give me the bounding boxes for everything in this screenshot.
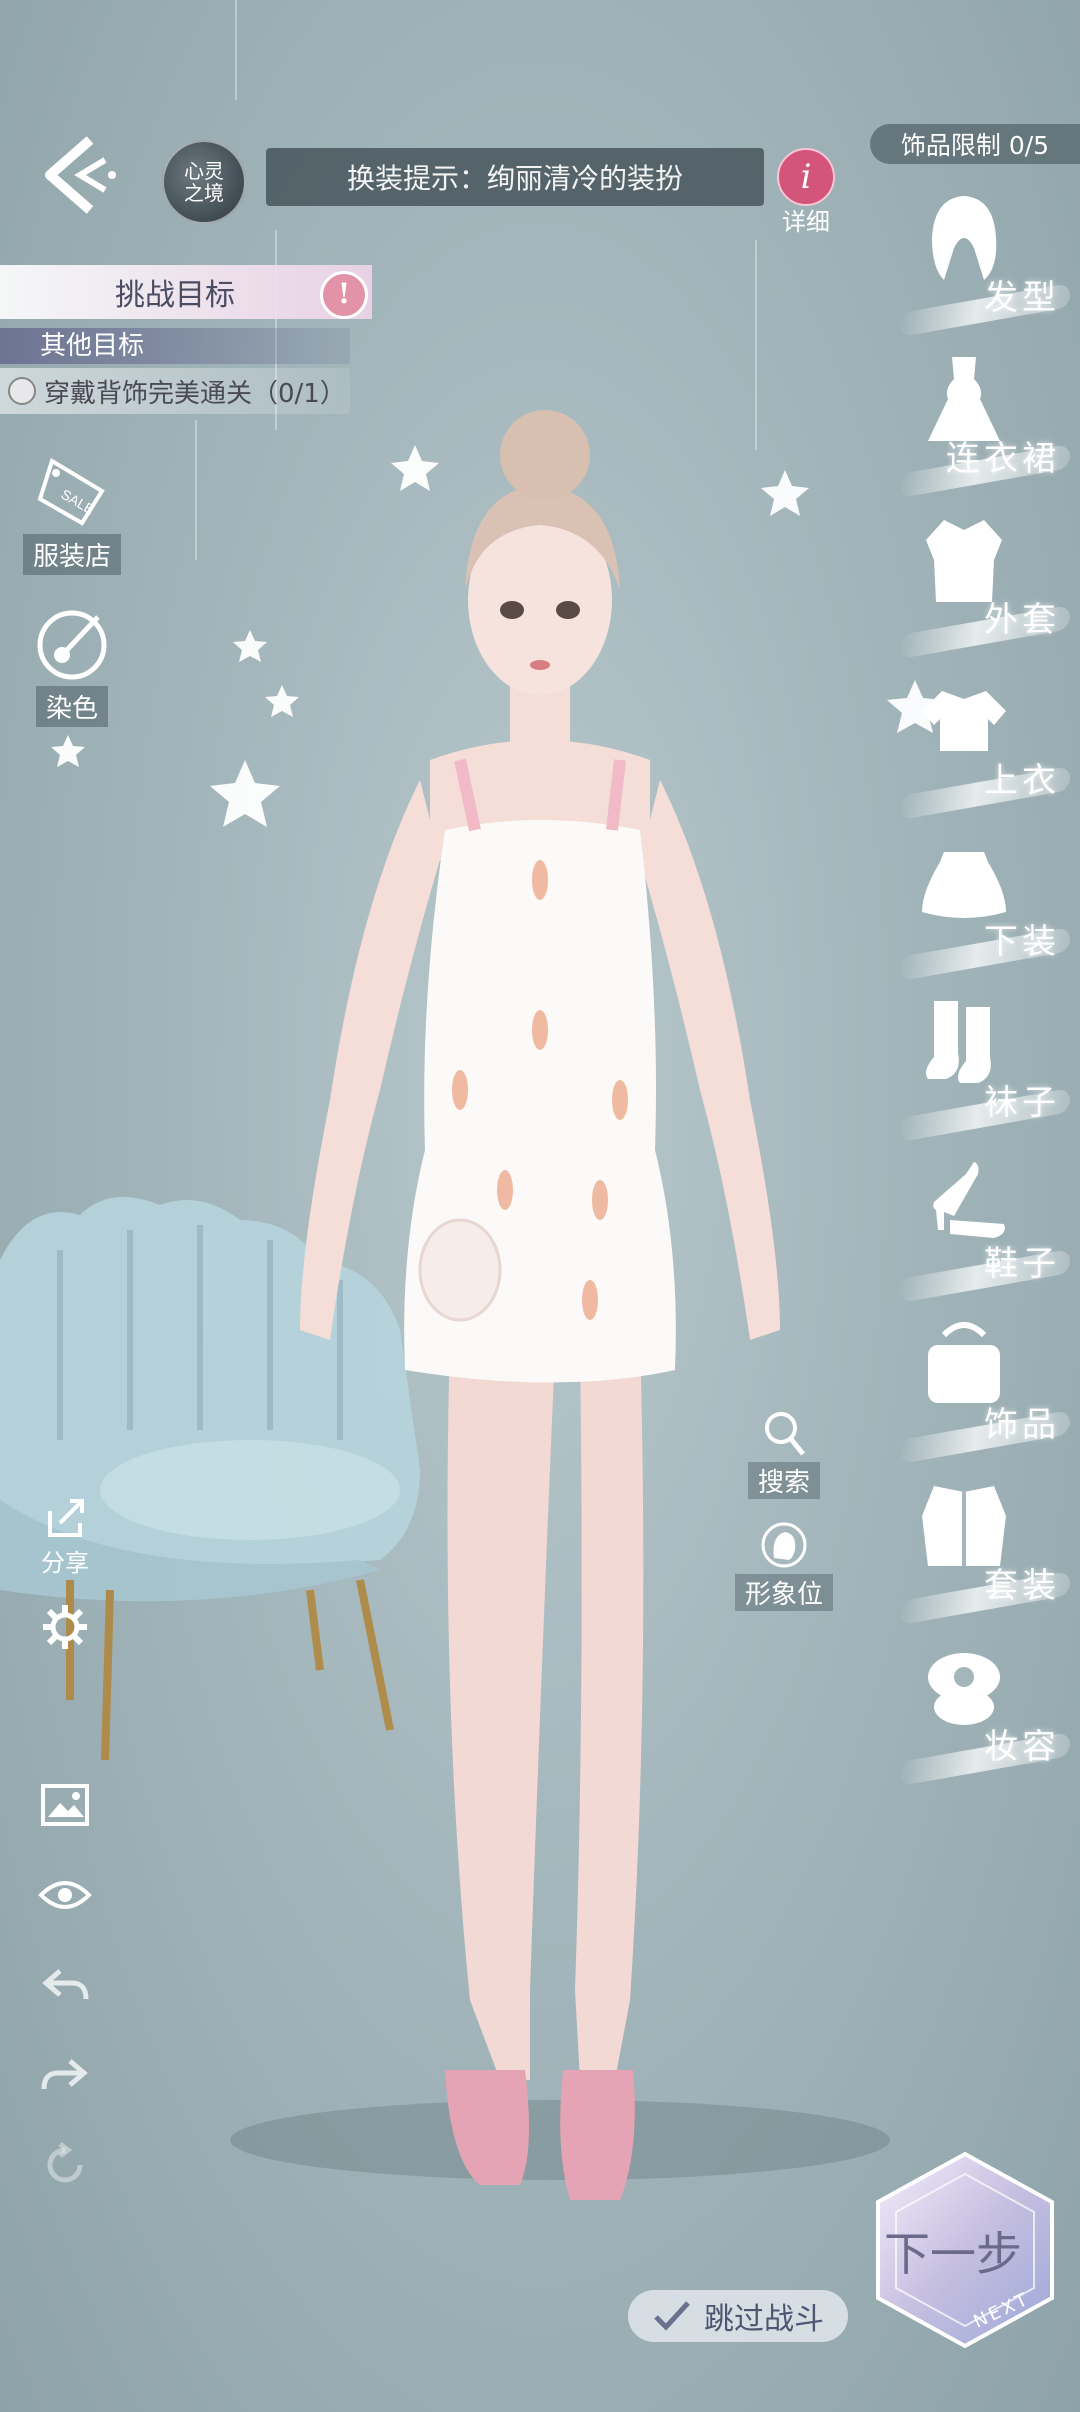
realm-badge-line1: 心灵: [184, 159, 224, 183]
next-step-label: 下一步: [884, 2227, 1022, 2281]
reset-button[interactable]: [30, 2130, 100, 2200]
redo-icon: [41, 2059, 88, 2090]
category-label: 套装: [984, 1566, 1060, 1606]
category-label: 饰品: [984, 1405, 1060, 1445]
image-icon: [41, 1784, 89, 1826]
dress-hint-text: 换装提示：绚丽清冷的装扮: [346, 162, 683, 195]
category-suit[interactable]: 套装: [900, 1476, 1070, 1626]
challenge-goal-header[interactable]: 挑战目标 !: [0, 265, 372, 319]
goal-item: 穿戴背饰完美通关（0/1）: [0, 368, 350, 414]
settings-button[interactable]: [30, 1592, 100, 1662]
checkbox-checked-icon: [654, 2301, 690, 2331]
realm-badge: 心灵 之境: [162, 140, 246, 224]
category-label: 上衣: [984, 761, 1060, 801]
skip-battle-button[interactable]: 跳过战斗: [628, 2290, 848, 2342]
warning-icon[interactable]: !: [320, 271, 368, 319]
category-label: 袜子: [984, 1083, 1060, 1123]
category-label: 外套: [984, 600, 1060, 640]
category-dress[interactable]: 连衣裙: [900, 349, 1070, 499]
clothing-shop-label: 服装店: [22, 534, 121, 575]
category-coat[interactable]: 外套: [900, 510, 1070, 660]
eye-icon: [38, 1881, 92, 1909]
gear-icon: [43, 1605, 87, 1649]
info-icon: i: [777, 148, 835, 206]
next-step-button[interactable]: 下一步 NEXT: [872, 2150, 1058, 2350]
category-socks[interactable]: 袜子: [900, 993, 1070, 1143]
sale-tag-icon: SALE: [37, 457, 105, 526]
reset-icon: [47, 2142, 83, 2183]
category-skirt[interactable]: 下装: [900, 832, 1070, 982]
goal-status-icon: [8, 377, 36, 405]
redo-button[interactable]: [30, 2040, 100, 2110]
search-button[interactable]: 搜索: [728, 1408, 840, 1499]
dye-palette-icon: [37, 610, 107, 680]
undo-button[interactable]: [30, 1950, 100, 2020]
category-label: 鞋子: [984, 1244, 1060, 1284]
search-icon: [765, 1412, 805, 1456]
category-makeup[interactable]: 妆容: [900, 1637, 1070, 1787]
image-slot-label: 形象位: [734, 1574, 833, 1611]
dye-button[interactable]: 染色: [22, 600, 122, 727]
image-slot-button[interactable]: 形象位: [728, 1520, 840, 1611]
share-button[interactable]: 分享: [30, 1490, 100, 1580]
category-label: 下装: [984, 922, 1060, 962]
challenge-goal-title: 挑战目标: [115, 278, 235, 313]
clothing-shop-button[interactable]: SALE 服装店: [22, 448, 122, 575]
back-button[interactable]: [30, 130, 120, 220]
category-hair[interactable]: 发型: [900, 188, 1070, 338]
portrait-icon: [761, 1522, 807, 1568]
other-goal-title: 其他目标: [40, 331, 145, 361]
hide-ui-button[interactable]: [30, 1860, 100, 1930]
goal-item-text: 穿戴背饰完美通关（0/1）: [44, 378, 346, 409]
share-icon: [48, 1498, 84, 1537]
category-shoe[interactable]: 鞋子: [900, 1154, 1070, 1304]
category-top[interactable]: 上衣: [900, 671, 1070, 821]
detail-label: 详细: [782, 208, 830, 236]
other-goal-header: 其他目标: [0, 328, 350, 364]
screenshot-button[interactable]: [30, 1770, 100, 1840]
category-label: 妆容: [984, 1727, 1060, 1767]
undo-icon: [42, 1969, 89, 2000]
accessory-limit-text: 饰品限制 0/5: [900, 131, 1050, 160]
back-arrow-icon: [45, 136, 116, 214]
category-label: 连衣裙: [946, 439, 1060, 479]
realm-badge-line2: 之境: [184, 181, 224, 205]
skip-battle-label: 跳过战斗: [704, 2302, 824, 2337]
category-label: 发型: [984, 278, 1060, 318]
accessory-limit: 饰品限制 0/5: [870, 124, 1080, 164]
share-label: 分享: [41, 1548, 89, 1577]
category-bag[interactable]: 饰品: [900, 1315, 1070, 1465]
dress-hint: 换装提示：绚丽清冷的装扮: [266, 148, 764, 206]
detail-button[interactable]: i 详细: [776, 148, 836, 236]
armchair: [0, 1197, 420, 1761]
dye-label: 染色: [35, 686, 108, 727]
search-label: 搜索: [747, 1462, 820, 1499]
